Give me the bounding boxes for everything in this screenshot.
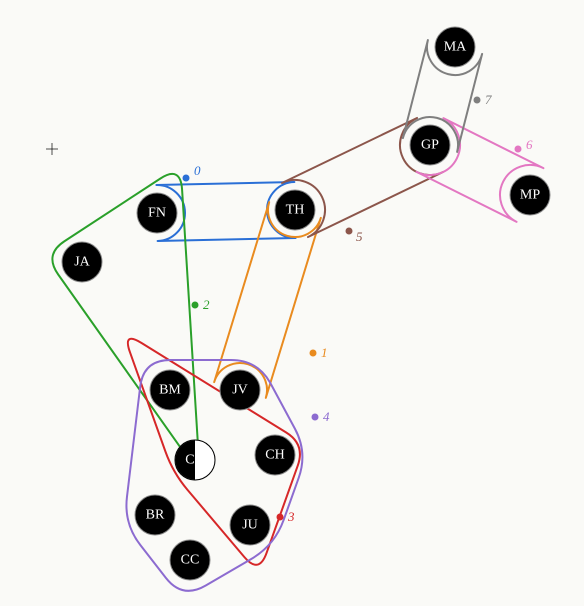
node-ju[interactable]: JU	[230, 505, 270, 545]
node-label-bm: BM	[159, 383, 181, 398]
group-label-5: 5	[356, 229, 363, 244]
euler-diagram: MA GP MP TH FN JA BM JV CNCN CH BR JU CC 0 1 2 3 4 5 6 7	[0, 0, 584, 606]
node-label-br: BR	[146, 508, 165, 523]
node-label-gp: GP	[421, 138, 439, 153]
node-label-ju: JU	[242, 518, 258, 533]
node-label-mp: MP	[520, 188, 540, 203]
node-label-fn: FN	[148, 206, 166, 221]
node-br[interactable]: BR	[135, 495, 175, 535]
node-label-ma: MA	[444, 40, 467, 55]
node-label-ja: JA	[74, 255, 90, 270]
group-handle-6[interactable]	[515, 146, 522, 153]
node-bm[interactable]: BM	[150, 370, 190, 410]
node-cn[interactable]: CNCN	[175, 440, 215, 480]
node-fn[interactable]: FN	[137, 193, 177, 233]
group-handle-1[interactable]	[310, 350, 317, 357]
node-label-cc: CC	[181, 553, 200, 568]
group-label-2: 2	[203, 297, 210, 312]
group-handle-4[interactable]	[312, 414, 319, 421]
group-handle-2[interactable]	[192, 302, 199, 309]
group-handle-0[interactable]	[183, 175, 190, 182]
group-labels: 0 1 2 3 4 5 6 7	[183, 92, 534, 524]
group-label-1: 1	[321, 345, 328, 360]
node-cc[interactable]: CC	[170, 540, 210, 580]
node-ma[interactable]: MA	[435, 27, 475, 67]
node-mp[interactable]: MP	[510, 175, 550, 215]
node-label-jv: JV	[232, 383, 248, 398]
nodes: MA GP MP TH FN JA BM JV CNCN CH BR JU CC	[62, 27, 550, 580]
node-th[interactable]: TH	[275, 190, 315, 230]
group-label-7: 7	[485, 92, 492, 107]
node-label-ch: CH	[265, 448, 284, 463]
group-hull-1[interactable]	[214, 202, 321, 398]
group-handle-7[interactable]	[474, 97, 481, 104]
group-label-4: 4	[323, 409, 330, 424]
node-jv[interactable]: JV	[220, 370, 260, 410]
group-hulls	[52, 40, 543, 591]
group-handle-3[interactable]	[277, 514, 284, 521]
node-label-th: TH	[286, 203, 305, 218]
node-ch[interactable]: CH	[255, 435, 295, 475]
group-label-6: 6	[526, 137, 533, 152]
node-gp[interactable]: GP	[410, 125, 450, 165]
group-label-0: 0	[194, 163, 201, 178]
group-label-3: 3	[287, 509, 295, 524]
group-handle-5[interactable]	[346, 228, 353, 235]
node-ja[interactable]: JA	[62, 242, 102, 282]
